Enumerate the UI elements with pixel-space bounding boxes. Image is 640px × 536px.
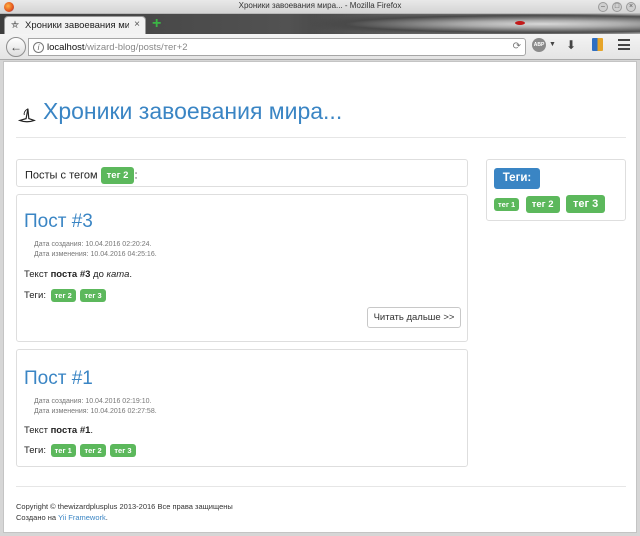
tag-filter-text: Посты с тегом тег 2: — [25, 167, 138, 184]
url-bar[interactable]: i localhost/wizard-blog/posts/тег+2 ⟳ — [28, 38, 526, 56]
sidebar-heading: Теги: — [494, 168, 540, 189]
tag-badge[interactable]: тег 2 — [80, 444, 106, 457]
theme-background — [310, 14, 640, 34]
tab-active[interactable]: ⛤ Хроники завоевания ми... × — [4, 16, 146, 34]
site-header: Хроники завоевания мира... — [16, 98, 626, 138]
tag-cloud: тег 1 тег 2 тег 3 — [494, 195, 607, 213]
post-tags-label: Теги: — [24, 445, 46, 457]
read-more-button[interactable]: Читать дальше >> — [367, 307, 461, 328]
page-viewport: Хроники завоевания мира... Посты с тегом… — [3, 61, 637, 533]
url-text[interactable]: localhost/wizard-blog/posts/тег+2 — [47, 42, 188, 53]
footer-made-with: Создано на Yii Framework. — [16, 513, 108, 522]
window-titlebar: Хроники завоевания мира... - Mozilla Fir… — [0, 0, 640, 14]
tag-badge[interactable]: тег 3 — [565, 195, 606, 213]
post-title[interactable]: Пост #3 — [24, 211, 93, 233]
post-text: Текст поста #1. — [24, 425, 94, 436]
adblock-icon[interactable]: ABP — [532, 38, 546, 52]
new-tab-icon[interactable]: + — [152, 16, 161, 32]
footer-copyright: Copyright © thewizardplusplus 2013-2016 … — [16, 502, 233, 511]
post-tags: Теги: тег 2 тег 3 — [24, 289, 106, 302]
bookmarks-icon[interactable] — [592, 38, 603, 51]
tags-sidebar: Теги: тег 1 тег 2 тег 3 — [486, 159, 626, 221]
tag-badge[interactable]: тег 2 — [525, 195, 560, 213]
post-created: Дата создания: 10.04.2016 02:20:24. — [34, 241, 152, 248]
minimize-icon[interactable]: – — [598, 2, 608, 12]
post-card: Пост #1 Дата создания: 10.04.2016 02:19:… — [16, 349, 468, 467]
url-host: localhost — [47, 42, 85, 53]
back-button[interactable]: ← — [6, 37, 26, 57]
hamburger-menu-icon[interactable] — [618, 39, 630, 50]
post-text: Текст поста #3 до ката. — [24, 269, 133, 280]
tag-filter-panel: Посты с тегом тег 2: — [16, 159, 468, 187]
tag-badge[interactable]: тег 2 — [50, 289, 76, 302]
tag-badge[interactable]: тег 3 — [110, 444, 136, 457]
post-created: Дата создания: 10.04.2016 02:19:10. — [34, 398, 152, 405]
tab-strip: ⛤ Хроники завоевания ми... × + — [0, 14, 640, 34]
post-modified: Дата изменения: 10.04.2016 02:27:58. — [34, 408, 157, 415]
window-controls: – □ × — [598, 2, 636, 12]
post-tags-label: Теги: — [24, 290, 46, 302]
framework-link[interactable]: Yii Framework — [58, 513, 106, 522]
maximize-icon[interactable]: □ — [612, 2, 622, 12]
tag-badge[interactable]: тег 2 — [100, 167, 135, 184]
window-title: Хроники завоевания мира... - Mozilla Fir… — [238, 1, 402, 10]
wizard-hat-icon — [18, 108, 36, 123]
tag-badge[interactable]: тег 1 — [494, 197, 520, 211]
tag-badge[interactable]: тег 3 — [80, 289, 106, 302]
reload-icon[interactable]: ⟳ — [513, 41, 521, 52]
tag-filter-prefix: Посты с тегом — [25, 169, 98, 182]
close-tab-icon[interactable]: × — [134, 19, 140, 30]
tag-filter-suffix: : — [134, 169, 138, 182]
post-tags: Теги: тег 1 тег 2 тег 3 — [24, 444, 136, 457]
download-icon[interactable]: ⬇ — [566, 38, 576, 52]
close-window-icon[interactable]: × — [626, 2, 636, 12]
wizard-hat-icon: ⛤ — [11, 20, 19, 31]
url-path: /wizard-blog/posts/тег+2 — [84, 42, 188, 53]
tab-title: Хроники завоевания ми... — [25, 20, 129, 31]
info-icon[interactable]: i — [33, 42, 44, 53]
post-modified: Дата изменения: 10.04.2016 04:25:16. — [34, 251, 157, 258]
site-title[interactable]: Хроники завоевания мира... — [43, 98, 342, 125]
tag-badge[interactable]: тег 1 — [50, 444, 76, 457]
post-title[interactable]: Пост #1 — [24, 368, 93, 390]
chevron-down-icon[interactable]: ▼ — [549, 41, 556, 48]
site-footer: Copyright © thewizardplusplus 2013-2016 … — [16, 486, 626, 522]
post-card: Пост #3 Дата создания: 10.04.2016 02:20:… — [16, 194, 468, 342]
